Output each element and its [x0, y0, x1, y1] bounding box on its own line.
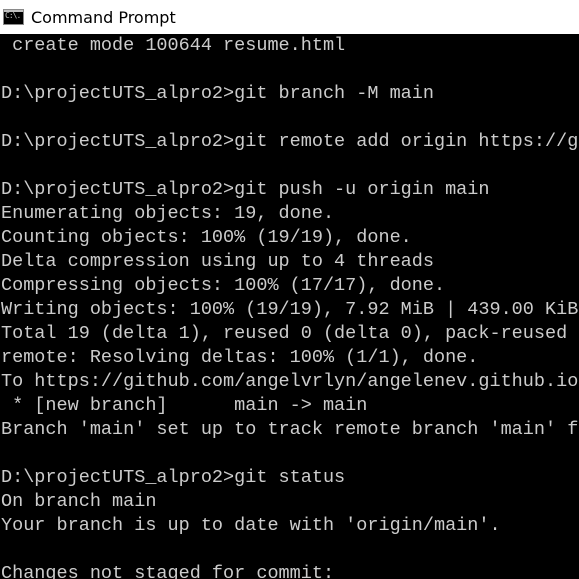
console-line: D:\projectUTS_alpro2>git status — [1, 467, 346, 488]
console-line: D:\projectUTS_alpro2>git branch -M main — [1, 83, 434, 104]
console-line: Writing objects: 100% (19/19), 7.92 MiB … — [1, 299, 579, 320]
cmd-icon[interactable]: C:\. — [3, 9, 24, 25]
console-line: On branch main — [1, 491, 157, 512]
console-line: Your branch is up to date with 'origin/m… — [1, 515, 501, 536]
console-line: Counting objects: 100% (19/19), done. — [1, 227, 412, 248]
console-output[interactable]: create mode 100644 resume.html D:\projec… — [0, 34, 579, 579]
console-line: Total 19 (delta 1), reused 0 (delta 0), … — [1, 323, 579, 344]
window-title: Command Prompt — [31, 7, 176, 27]
console-line: Changes not staged for commit: — [1, 563, 335, 579]
command-prompt-window: C:\. Command Prompt create mode 100644 r… — [0, 0, 579, 579]
title-bar[interactable]: C:\. Command Prompt — [0, 0, 579, 34]
console-line: To https://github.com/angelvrlyn/angelen… — [1, 371, 579, 392]
console-line: D:\projectUTS_alpro2>git remote add orig… — [1, 131, 579, 152]
console-line: Enumerating objects: 19, done. — [1, 203, 335, 224]
console-line: * [new branch] main -> main — [1, 395, 368, 416]
cmd-icon-glyph: C:\. — [5, 11, 21, 20]
console-line: Delta compression using up to 4 threads — [1, 251, 434, 272]
console-line: Branch 'main' set up to track remote bra… — [1, 419, 579, 440]
console-line: create mode 100644 resume.html — [1, 35, 346, 56]
console-line: Compressing objects: 100% (17/17), done. — [1, 275, 446, 296]
console-line: D:\projectUTS_alpro2>git push -u origin … — [1, 179, 490, 200]
console-line: remote: Resolving deltas: 100% (1/1), do… — [1, 347, 479, 368]
